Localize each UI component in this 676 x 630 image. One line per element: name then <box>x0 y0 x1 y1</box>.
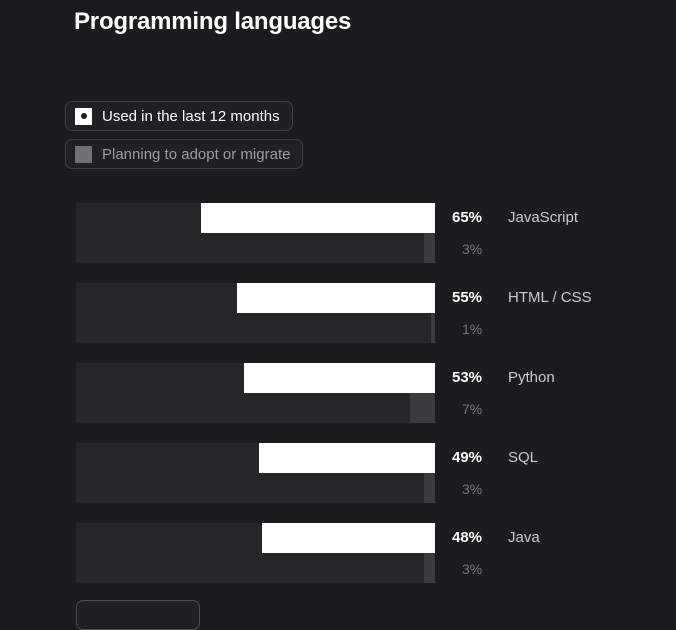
bar-secondary <box>424 233 435 263</box>
bar-track <box>76 363 435 423</box>
bar-primary <box>244 363 435 393</box>
bar-primary-value: 53% <box>452 369 482 387</box>
page-title: Programming languages <box>74 6 351 38</box>
bar-secondary-value: 3% <box>462 560 482 578</box>
bar-track <box>76 283 435 343</box>
legend: Used in the last 12 months Planning to a… <box>65 101 303 177</box>
bar-track <box>76 443 435 503</box>
legend-item-planning-to-adopt-or-migrate[interactable]: Planning to adopt or migrate <box>65 139 303 169</box>
bar-row[interactable]: 53% 7% Python <box>0 363 676 443</box>
legend-item-label: Used in the last 12 months <box>102 108 280 125</box>
bar-secondary <box>410 393 435 423</box>
bar-primary <box>201 203 435 233</box>
bar-row[interactable]: 65% 3% JavaScript <box>0 203 676 283</box>
bar-row[interactable]: 49% 3% SQL <box>0 443 676 523</box>
bar-primary-value: 55% <box>452 289 482 307</box>
bar-chart: 65% 3% JavaScript 55% 1% HTML / CSS 53% … <box>0 203 676 603</box>
bar-category-label: Python <box>508 369 555 387</box>
bar-category-label: JavaScript <box>508 209 578 227</box>
legend-item-label: Planning to adopt or migrate <box>102 146 290 163</box>
bar-secondary <box>424 473 435 503</box>
bar-secondary-value: 1% <box>462 320 482 338</box>
bar-category-label: HTML / CSS <box>508 289 592 307</box>
bar-secondary-value: 7% <box>462 400 482 418</box>
bar-primary-value: 48% <box>452 529 482 547</box>
bar-primary <box>259 443 435 473</box>
bar-row[interactable]: 55% 1% HTML / CSS <box>0 283 676 363</box>
bar-track <box>76 203 435 263</box>
bar-secondary <box>431 313 435 343</box>
legend-item-used-in-the-last-12-months[interactable]: Used in the last 12 months <box>65 101 293 131</box>
bar-secondary-value: 3% <box>462 240 482 258</box>
filled-square-icon <box>75 146 92 163</box>
bar-primary <box>237 283 435 313</box>
bar-primary <box>262 523 435 553</box>
bar-track <box>76 523 435 583</box>
bar-secondary-value: 3% <box>462 480 482 498</box>
bar-category-label: Java <box>508 529 540 547</box>
bar-primary-value: 49% <box>452 449 482 467</box>
bar-row[interactable]: 48% 3% Java <box>0 523 676 603</box>
bar-primary-value: 65% <box>452 209 482 227</box>
bar-category-label: SQL <box>508 449 538 467</box>
filled-square-dot-icon <box>75 108 92 125</box>
bar-secondary <box>424 553 435 583</box>
